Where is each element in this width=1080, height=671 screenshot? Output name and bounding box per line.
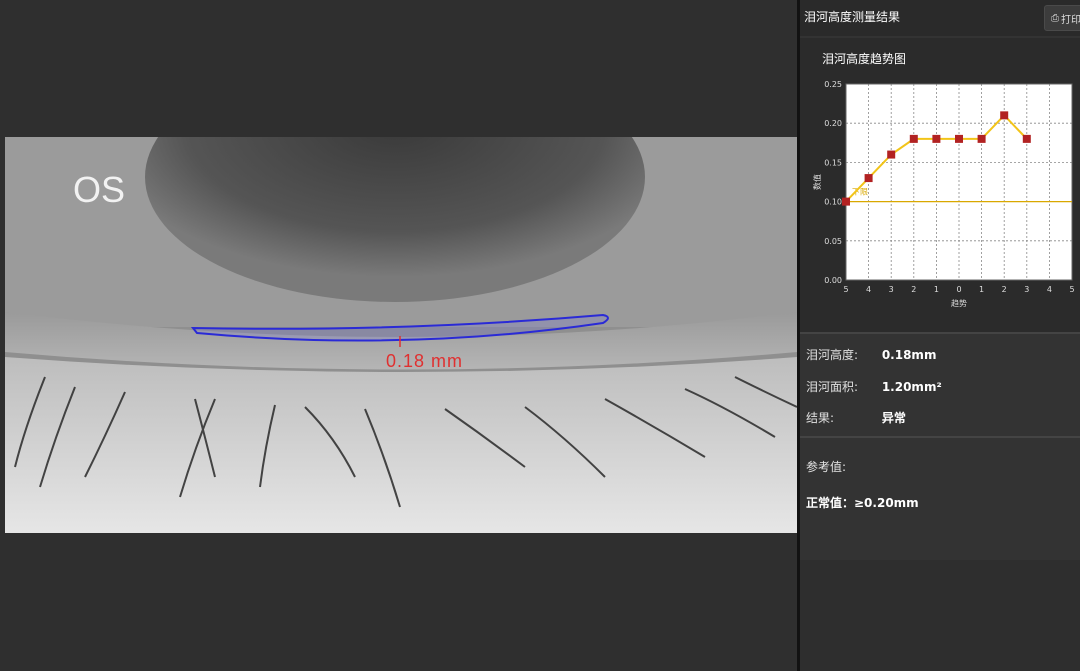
print-icon: ⎙ xyxy=(1051,12,1059,24)
data-point xyxy=(932,134,941,143)
print-button[interactable]: ⎙ 打印 xyxy=(1044,5,1080,31)
chart-title: 泪河高度趋势图 xyxy=(822,52,907,66)
image-viewer[interactable]: OS 0.18 mm xyxy=(0,0,797,671)
data-point xyxy=(842,197,850,206)
trend-chart: 0.000.050.100.150.200.255 4 3 2 1 0 1 2 3 4 5下限趋势数… xyxy=(812,80,1075,308)
y-tick-label: 0.20 xyxy=(824,119,842,128)
data-point xyxy=(864,174,873,183)
data-point xyxy=(955,134,963,143)
x-tick-label: 0 xyxy=(956,285,961,294)
data-point xyxy=(977,134,986,143)
data-point xyxy=(887,150,896,159)
x-tick-label: 3 xyxy=(1024,285,1029,294)
tear-area-row: 泪河面积: 1.20mm² xyxy=(806,378,942,395)
panel-title: 泪河高度测量结果 xyxy=(804,10,901,24)
tear-height-label: 泪河高度: xyxy=(806,348,859,362)
reference-normal-value: 正常值：≥0.20mm xyxy=(806,496,919,510)
y-tick-label: 0.10 xyxy=(824,198,842,207)
x-axis-label: 趋势 xyxy=(951,298,967,308)
print-button-label: 打印 xyxy=(1061,14,1080,26)
measurement-label: 0.18 mm xyxy=(386,351,463,371)
trend-chart-card: 泪河高度趋势图 0.00 0.05 0.10 0.15 0.20 0.25 5 4 3 2 1 0 1 2… xyxy=(800,38,1080,332)
separator xyxy=(800,332,1080,334)
empty-section xyxy=(800,560,1080,671)
y-tick-label: 0.00 xyxy=(824,276,842,285)
tear-height-value: 0.18mm xyxy=(881,348,937,362)
y-tick-label: 0.05 xyxy=(824,237,842,246)
tear-area-label: 泪河面积: xyxy=(806,380,859,394)
tear-area-value: 1.20mm² xyxy=(881,380,942,394)
x-tick-label: 2 xyxy=(1002,285,1007,294)
tear-height-row: 泪河高度: 0.18mm xyxy=(806,346,936,363)
reference-label: 参考值: xyxy=(806,460,847,474)
tear-meniscus-image[interactable]: OS 0.18 mm xyxy=(5,137,797,533)
results-panel: 泪河高度测量结果 ⎙ 打印 泪河高度趋势图 0.00 0.05 0.10 0.15 0.… xyxy=(800,0,1080,671)
x-tick-label: 1 xyxy=(979,285,984,294)
x-tick-label: 2 xyxy=(911,285,916,294)
result-row: 结果: 异常 xyxy=(806,409,906,426)
y-tick-label: 0.25 xyxy=(824,80,842,89)
separator xyxy=(800,436,1080,438)
result-value: 异常 xyxy=(881,411,906,425)
x-tick-label: 1 xyxy=(934,285,939,294)
x-tick-label: 4 xyxy=(1047,285,1052,294)
x-tick-label: 3 xyxy=(889,285,894,294)
eye-side-label: OS xyxy=(73,169,125,210)
data-point xyxy=(909,134,918,143)
data-point xyxy=(1022,134,1031,143)
y-tick-label: 0.15 xyxy=(824,158,842,167)
x-tick-label: 5 xyxy=(1069,285,1074,294)
x-tick-label: 4 xyxy=(866,285,871,294)
data-point xyxy=(1000,111,1009,120)
y-axis-label: 数值 xyxy=(812,174,822,190)
panel-header: 泪河高度测量结果 ⎙ 打印 xyxy=(800,0,1080,36)
result-label: 结果: xyxy=(806,411,835,425)
x-tick-label: 5 xyxy=(843,285,848,294)
